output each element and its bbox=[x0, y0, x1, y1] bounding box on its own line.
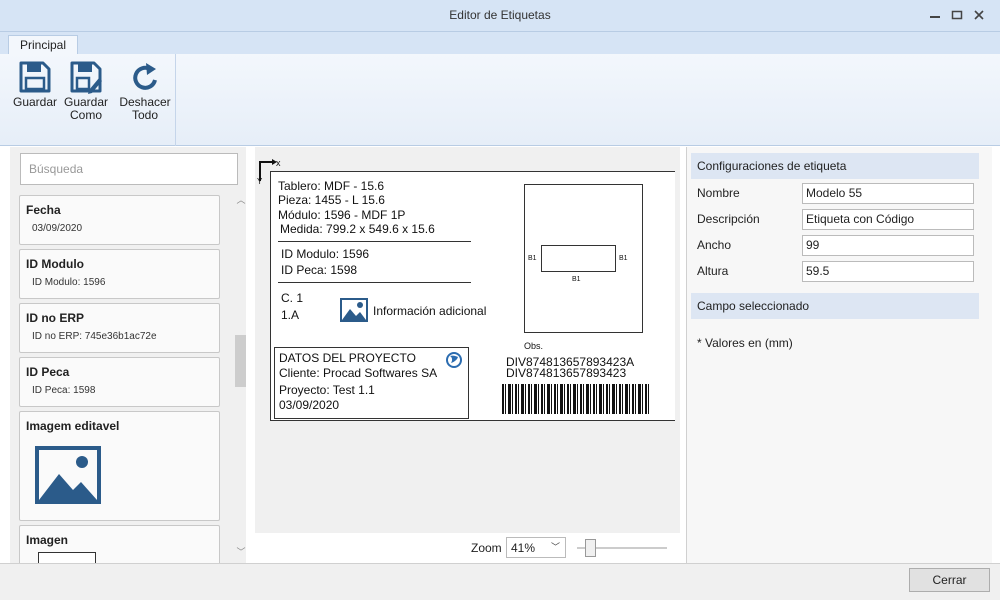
edge-right-label: B1 bbox=[619, 255, 628, 262]
label-line-medida[interactable]: Medida: 799.2 x 549.6 x 15.6 bbox=[280, 222, 435, 236]
undo-all-label-2: Todo bbox=[131, 108, 159, 122]
label-divider bbox=[278, 282, 471, 283]
field-value: 03/09/2020 bbox=[32, 223, 83, 234]
nombre-label: Nombre bbox=[697, 186, 740, 200]
field-title: ID Peca bbox=[26, 365, 70, 379]
label-line-tablero[interactable]: Tablero: MDF - 15.6 bbox=[278, 179, 384, 193]
fields-scrollbar[interactable]: ︿ ﹀ bbox=[234, 189, 246, 563]
project-client: Cliente: Procad Softwares SA bbox=[279, 366, 438, 380]
scroll-up-icon[interactable]: ︿ bbox=[234, 193, 246, 206]
altura-input[interactable]: 59.5 bbox=[802, 261, 974, 282]
field-title: Imagen bbox=[26, 533, 69, 547]
label-line-pieza[interactable]: Pieza: 1455 - L 15.6 bbox=[278, 193, 385, 207]
chevron-down-icon: ﹀ bbox=[550, 542, 560, 552]
tab-principal[interactable]: Principal bbox=[8, 35, 78, 55]
label-c1[interactable]: C. 1 bbox=[281, 291, 303, 305]
image-icon[interactable] bbox=[340, 298, 368, 322]
field-value: ID no ERP: 745e36b1ac72e bbox=[32, 331, 157, 342]
section-label-config: Configuraciones de etiqueta bbox=[691, 153, 979, 179]
close-icon[interactable] bbox=[972, 8, 986, 22]
axis-y-label: Y bbox=[257, 177, 263, 186]
scroll-down-icon[interactable]: ﹀ bbox=[234, 545, 246, 558]
field-value: ID Peca: 1598 bbox=[32, 385, 96, 396]
obs-label[interactable]: Obs. bbox=[524, 341, 543, 351]
minimize-icon[interactable] bbox=[928, 8, 942, 22]
zoom-bar: Zoom 41% ﹀ bbox=[255, 534, 680, 562]
edge-left-label: B1 bbox=[528, 255, 537, 262]
globe-icon bbox=[446, 352, 462, 368]
zoom-value: 41% bbox=[511, 541, 536, 555]
project-date: 03/09/2020 bbox=[279, 398, 340, 412]
zoom-label: Zoom bbox=[471, 541, 502, 555]
field-title: Fecha bbox=[26, 203, 61, 217]
barcode[interactable] bbox=[502, 384, 651, 414]
altura-label: Altura bbox=[697, 264, 729, 278]
part-rectangle bbox=[541, 245, 616, 272]
units-note: * Valores en (mm) bbox=[697, 336, 793, 350]
save-as-button[interactable]: Guardar Como bbox=[62, 60, 110, 122]
label-position[interactable]: 1.A bbox=[281, 308, 299, 322]
ancho-input[interactable]: 99 bbox=[802, 235, 974, 256]
project-box[interactable]: DATOS DEL PROYECTO Cliente: Procad Softw… bbox=[274, 347, 469, 419]
part-drawing[interactable]: B1 B1 B1 bbox=[524, 184, 643, 333]
label-preview[interactable]: Tablero: MDF - 15.6 Pieza: 1455 - L 15.6… bbox=[270, 171, 675, 421]
search-input[interactable]: Búsqueda bbox=[20, 153, 238, 185]
save-button[interactable]: Guardar bbox=[12, 60, 58, 109]
ribbon: Guardar Guardar Como Deshacer Todo bbox=[0, 54, 1000, 146]
maximize-icon[interactable] bbox=[950, 8, 964, 22]
ribbon-tabs: Principal bbox=[0, 32, 1000, 55]
edge-bottom-label: B1 bbox=[572, 276, 581, 283]
field-card-id-no-erp[interactable]: ID no ERP ID no ERP: 745e36b1ac72e bbox=[19, 303, 220, 353]
nombre-input[interactable]: Modelo 55 bbox=[802, 183, 974, 204]
code-text-2[interactable]: DIV874813657893423 bbox=[506, 366, 626, 380]
field-card-imagem-editavel[interactable]: Imagem editavel bbox=[19, 411, 220, 521]
ancho-label: Ancho bbox=[697, 238, 732, 252]
field-title: Imagem editavel bbox=[26, 419, 120, 433]
descripcion-label: Descripción bbox=[697, 212, 760, 226]
undo-all-icon bbox=[133, 63, 157, 90]
field-value: ID Modulo: 1596 bbox=[32, 277, 106, 288]
section-selected-field: Campo seleccionado bbox=[691, 293, 979, 319]
descripcion-input[interactable]: Etiqueta con Código bbox=[802, 209, 974, 230]
label-divider bbox=[278, 241, 471, 242]
save-label: Guardar bbox=[12, 95, 58, 109]
field-card-id-peca[interactable]: ID Peca ID Peca: 1598 bbox=[19, 357, 220, 407]
save-as-label-2: Como bbox=[69, 108, 102, 122]
image-placeholder bbox=[38, 552, 96, 563]
zoom-slider-thumb[interactable] bbox=[585, 539, 596, 557]
axis-x-label: x bbox=[276, 158, 281, 168]
field-title: ID no ERP bbox=[26, 311, 85, 325]
fields-panel: Búsqueda Fecha 03/09/2020 ID Modulo ID M… bbox=[10, 147, 246, 563]
properties-panel: Configuraciones de etiqueta Nombre Model… bbox=[686, 147, 992, 563]
field-card-imagen[interactable]: Imagen bbox=[19, 525, 220, 563]
image-icon bbox=[35, 446, 101, 504]
field-title: ID Modulo bbox=[26, 257, 84, 271]
label-id-peca[interactable]: ID Peca: 1598 bbox=[281, 263, 357, 277]
project-title: DATOS DEL PROYECTO bbox=[279, 351, 416, 365]
field-card-id-modulo[interactable]: ID Modulo ID Modulo: 1596 bbox=[19, 249, 220, 299]
project-name: Proyecto: Test 1.1 bbox=[279, 383, 375, 397]
scroll-thumb[interactable] bbox=[235, 335, 246, 387]
label-info-adicional[interactable]: Información adicional bbox=[373, 304, 486, 318]
save-icon bbox=[19, 61, 51, 93]
ribbon-group-file: Guardar Guardar Como Deshacer Todo bbox=[8, 54, 176, 146]
label-id-modulo[interactable]: ID Modulo: 1596 bbox=[281, 247, 369, 261]
field-card-fecha[interactable]: Fecha 03/09/2020 bbox=[19, 195, 220, 245]
title-bar: Editor de Etiquetas bbox=[0, 0, 1000, 32]
save-as-icon bbox=[70, 61, 102, 94]
label-line-modulo[interactable]: Módulo: 1596 - MDF 1P bbox=[278, 208, 405, 222]
footer: Cerrar bbox=[0, 563, 1000, 600]
undo-all-button[interactable]: Deshacer Todo bbox=[116, 60, 174, 122]
zoom-select[interactable]: 41% ﹀ bbox=[506, 537, 566, 558]
close-button[interactable]: Cerrar bbox=[909, 568, 990, 592]
window-title: Editor de Etiquetas bbox=[449, 8, 551, 22]
